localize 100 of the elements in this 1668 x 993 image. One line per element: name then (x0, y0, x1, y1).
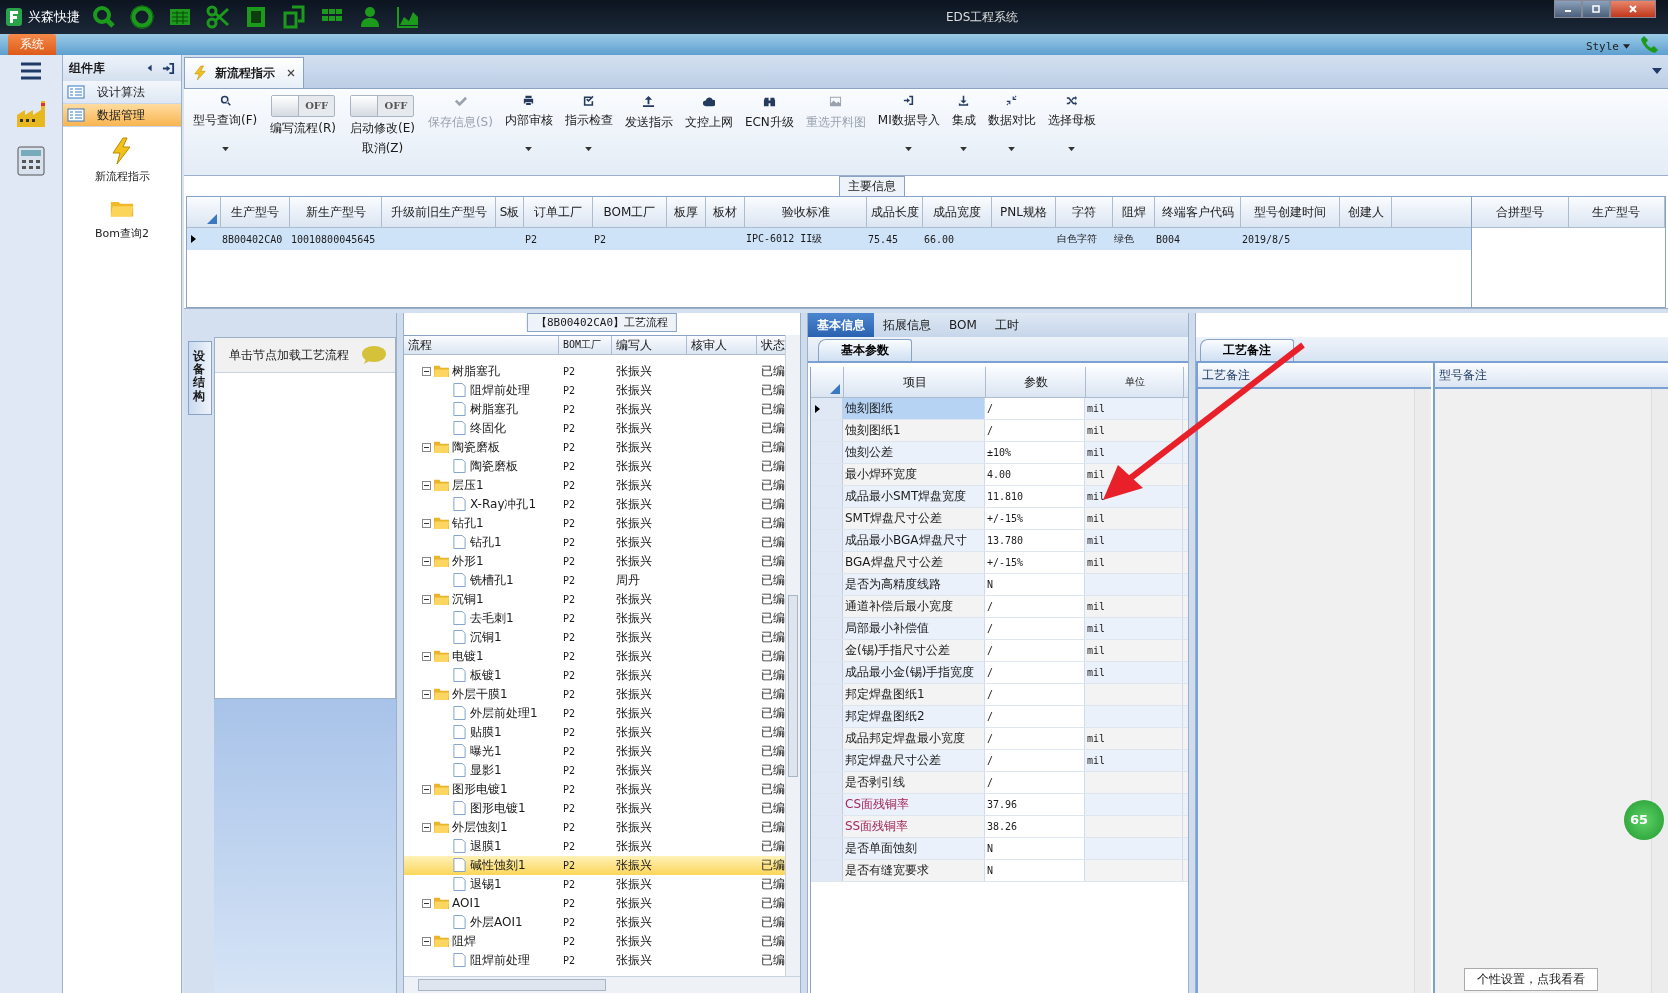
tree-node-label[interactable]: 曝光1 (470, 742, 502, 760)
tree-node-label[interactable]: 陶瓷磨板 (452, 438, 500, 456)
tree-node-label[interactable]: 外层干膜1 (452, 685, 508, 703)
table-row[interactable]: 成品最小SMT焊盘宽度 11.810 mil (811, 486, 1188, 508)
table-row[interactable]: 金(锡)手指尺寸公差 / mil (811, 640, 1188, 662)
tree-row[interactable]: 板镀1 P2 张振兴 已编 (404, 665, 786, 685)
tree-node-label[interactable]: 板镀1 (470, 666, 502, 684)
document-tab[interactable]: 新流程指示 (184, 57, 304, 88)
maximize-button[interactable] (1582, 0, 1610, 18)
column-header[interactable]: 验收标准 (745, 197, 867, 227)
close-icon[interactable] (287, 69, 295, 77)
column-header[interactable]: 合拼型号 (1472, 197, 1569, 227)
tree-node-label[interactable]: 终固化 (470, 419, 506, 437)
tree-node-label[interactable]: 碱性蚀刻1 (470, 856, 526, 874)
toolbar-button[interactable]: 发送指示 (619, 93, 678, 153)
tree-row[interactable]: 陶瓷磨板 P2 张振兴 已编 (404, 456, 786, 476)
tooltip[interactable]: 个性设置，点我看看 (1464, 968, 1598, 991)
tree-node-label[interactable]: 铣槽孔1 (470, 571, 514, 589)
table-row[interactable]: 蚀刻图纸1 / mil (811, 420, 1188, 442)
column-header[interactable]: 型号创建时间 (1241, 197, 1340, 227)
column-header[interactable]: BOM工厂 (593, 197, 667, 227)
caret-icon[interactable] (525, 146, 533, 151)
table-row[interactable]: 蚀刻图纸 / mil (811, 398, 1188, 420)
copy-icon[interactable] (282, 5, 306, 29)
collapse-arrow-icon[interactable] (146, 63, 154, 73)
notes-field[interactable] (1198, 389, 1431, 993)
collapse-icon[interactable] (422, 898, 431, 908)
column-header[interactable]: 终端客户代码 (1155, 197, 1241, 227)
tree-node-label[interactable]: 外层AOI1 (470, 913, 523, 931)
launcher-label[interactable]: 新流程指示 (94, 169, 150, 184)
table-row[interactable]: 蚀刻公差 ±10% mil (811, 442, 1188, 464)
tree-node-label[interactable]: 沉铜1 (470, 628, 502, 646)
toolbar-button[interactable]: 文控上网 (679, 93, 738, 153)
column-header[interactable]: 项目 (844, 367, 986, 397)
toolbar-button[interactable]: ECN升级 (739, 93, 799, 153)
tree-node-label[interactable]: 去毛刺1 (470, 609, 514, 627)
tree-node-label[interactable]: 退膜1 (470, 837, 502, 855)
table-row[interactable]: SMT焊盘尺寸公差 +/-15% mil (811, 508, 1188, 530)
collapse-icon[interactable] (422, 822, 431, 832)
toggle-switch[interactable]: OFF (350, 95, 415, 117)
toolbar-button[interactable]: 内部审核 (499, 93, 558, 153)
tree-row[interactable]: 去毛刺1 P2 张振兴 已编 (404, 608, 786, 628)
tab[interactable]: BOM (940, 313, 986, 337)
tree-row[interactable]: 树脂塞孔 P2 张振兴 已编 (404, 361, 786, 381)
tree-node-label[interactable]: 图形电镀1 (452, 780, 508, 798)
toggle-switch[interactable]: OFF (271, 95, 336, 117)
column-header[interactable]: BOM工厂 (559, 336, 612, 354)
table-row[interactable]: CS面残铜率 37.96 (811, 794, 1188, 816)
collapse-icon[interactable] (422, 366, 431, 376)
toolbar-button[interactable]: MI数据导入 (872, 93, 945, 153)
tree-node-label[interactable]: 树脂塞孔 (452, 362, 500, 380)
tab[interactable]: 拓展信息 (874, 313, 940, 337)
table-row[interactable]: 邦定焊盘尺寸公差 / mil (811, 750, 1188, 772)
table-row[interactable]: 局部最小补偿值 / mil (811, 618, 1188, 640)
caret-icon[interactable] (221, 146, 229, 151)
sidebar-item[interactable]: 设计算法 (63, 81, 181, 104)
tree-row[interactable]: 外形1 P2 张振兴 已编 (404, 551, 786, 571)
column-header[interactable]: 创建人 (1340, 197, 1392, 227)
tree-row[interactable]: 退锡1 P2 张振兴 已编 (404, 874, 786, 894)
dropdown-arrow-icon[interactable] (1652, 68, 1662, 74)
user-icon[interactable] (358, 5, 382, 29)
column-header[interactable]: S板 (496, 197, 524, 227)
tree-node-label[interactable]: 钻孔1 (452, 514, 484, 532)
tree-row[interactable]: 贴膜1 P2 张振兴 已编 (404, 722, 786, 742)
tree-node-label[interactable]: 外层前处理1 (470, 704, 538, 722)
tree-row[interactable]: 图形电镀1 P2 张振兴 已编 (404, 779, 786, 799)
tree-node-label[interactable]: 沉铜1 (452, 590, 484, 608)
toolbar-button[interactable]: 数据对比 (982, 93, 1041, 153)
collapse-icon[interactable] (422, 442, 431, 452)
tab[interactable]: 工时 (985, 313, 1028, 337)
caret-icon[interactable] (1008, 146, 1016, 151)
column-header[interactable]: 板厚 (667, 197, 706, 227)
collapse-icon[interactable] (422, 936, 431, 946)
tree-node-label[interactable]: 退锡1 (470, 875, 502, 893)
scrollbar[interactable] (785, 335, 800, 977)
tree-row[interactable]: 碱性蚀刻1 P2 张振兴 已编 (404, 855, 786, 875)
tree-row[interactable]: 沉铜1 P2 张振兴 已编 (404, 589, 786, 609)
tab[interactable]: 工艺备注 (1200, 339, 1294, 361)
table-row[interactable]: 成品邦定焊盘最小宽度 / mil (811, 728, 1188, 750)
tree-node-label[interactable]: AOI1 (452, 896, 481, 910)
tree-node-label[interactable]: 显影1 (470, 761, 502, 779)
caret-icon[interactable] (1068, 146, 1076, 151)
tree-node-label[interactable]: 钻孔1 (470, 533, 502, 551)
tree-row[interactable]: 树脂塞孔 P2 张振兴 已编 (404, 399, 786, 419)
style-dropdown[interactable]: Style (1577, 40, 1627, 55)
collapse-icon[interactable] (422, 651, 431, 661)
close-button[interactable] (1610, 0, 1656, 18)
tree-node-label[interactable]: 阻焊 (452, 932, 476, 950)
column-header[interactable]: 订单工厂 (524, 197, 593, 227)
tree-row[interactable]: 外层干膜1 P2 张振兴 已编 (404, 684, 786, 704)
tree-node-label[interactable]: 电镀1 (452, 647, 484, 665)
column-header[interactable]: 生产型号 (221, 197, 290, 227)
table-row[interactable]: BGA焊盘尺寸公差 +/-15% mil (811, 552, 1188, 574)
tree-node-label[interactable]: 图形电镀1 (470, 799, 526, 817)
vertical-tab[interactable]: 设备结构 (188, 341, 212, 415)
calculator-icon[interactable] (15, 145, 47, 177)
tree-node-label[interactable]: 贴膜1 (470, 723, 502, 741)
tree-row[interactable]: 图形电镀1 P2 张振兴 已编 (404, 798, 786, 818)
table-row[interactable]: SS面残铜率 38.26 (811, 816, 1188, 838)
notes-field[interactable] (1435, 389, 1668, 993)
